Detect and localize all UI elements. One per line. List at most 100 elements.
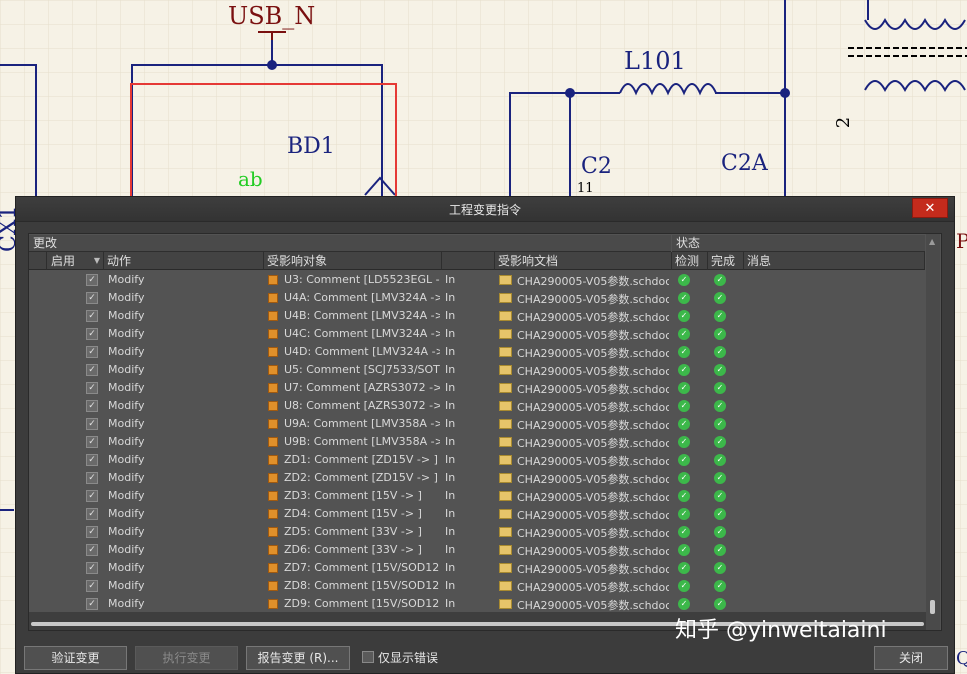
table-row[interactable]: ✓ Modify ZD8: Comment [15V/SOD123 -: In CHA2… bbox=[29, 577, 925, 595]
vertical-scrollbar[interactable]: ▲ bbox=[926, 234, 940, 630]
document-cell: CHA290005-V05参数.schdoc bbox=[517, 509, 669, 522]
checkbox-checked-icon[interactable]: ✓ bbox=[86, 598, 98, 610]
checkbox-checked-icon[interactable]: ✓ bbox=[86, 274, 98, 286]
in-cell: In bbox=[445, 489, 456, 502]
object-cell: ZD1: Comment [ZD15V -> ] bbox=[284, 453, 438, 466]
checkbox-checked-icon[interactable]: ✓ bbox=[86, 310, 98, 322]
checkbox-checked-icon[interactable]: ✓ bbox=[86, 508, 98, 520]
checkbox-checked-icon[interactable]: ✓ bbox=[86, 562, 98, 574]
action-cell: Modify bbox=[108, 399, 145, 412]
column-header-action[interactable]: 动作 bbox=[104, 252, 264, 270]
column-header-done[interactable]: 完成 bbox=[708, 252, 744, 270]
table-row[interactable]: ✓ Modify ZD4: Comment [15V -> ] In CHA290005… bbox=[29, 505, 925, 523]
checkbox-checked-icon[interactable]: ✓ bbox=[86, 382, 98, 394]
schematic-document-icon bbox=[499, 437, 512, 447]
execute-changes-button[interactable]: 执行变更 bbox=[135, 646, 238, 670]
component-icon bbox=[268, 347, 278, 357]
vertical-scroll-thumb[interactable] bbox=[930, 600, 935, 614]
object-cell: U4A: Comment [LMV324A -> ] bbox=[284, 291, 440, 304]
checkbox-checked-icon[interactable]: ✓ bbox=[86, 364, 98, 376]
table-row[interactable]: ✓ Modify ZD2: Comment [ZD15V -> ] In CHA2900… bbox=[29, 469, 925, 487]
checkbox-checked-icon[interactable]: ✓ bbox=[86, 490, 98, 502]
schematic-document-icon bbox=[499, 329, 512, 339]
document-cell: CHA290005-V05参数.schdoc bbox=[517, 527, 669, 540]
check-circle-icon: ✓ bbox=[678, 490, 690, 502]
in-cell: In bbox=[445, 525, 456, 538]
group-header-status: 状态 bbox=[672, 235, 925, 252]
check-circle-icon: ✓ bbox=[714, 400, 726, 412]
table-row[interactable]: ✓ Modify U4D: Comment [LMV324A -> ] In CHA29… bbox=[29, 343, 925, 361]
in-cell: In bbox=[445, 579, 456, 592]
schematic-document-icon bbox=[499, 599, 512, 609]
checkbox-checked-icon[interactable]: ✓ bbox=[86, 436, 98, 448]
sort-dropdown-icon[interactable]: ▼ bbox=[94, 252, 100, 269]
checkbox-checked-icon[interactable]: ✓ bbox=[86, 328, 98, 340]
check-circle-icon: ✓ bbox=[714, 544, 726, 556]
column-header-enable[interactable]: 启用 ▼ bbox=[47, 252, 104, 270]
table-row[interactable]: ✓ Modify U3: Comment [LD5523EGL -> ] In CHA2… bbox=[29, 271, 925, 289]
table-row[interactable]: ✓ Modify ZD7: Comment [15V/SOD123 -: In CHA2… bbox=[29, 559, 925, 577]
table-row[interactable]: ✓ Modify U9A: Comment [LMV358A -> ] In CHA29… bbox=[29, 415, 925, 433]
table-row[interactable]: ✓ Modify ZD1: Comment [ZD15V -> ] In CHA2900… bbox=[29, 451, 925, 469]
document-cell: CHA290005-V05参数.schdoc bbox=[517, 545, 669, 558]
close-icon[interactable]: ✕ bbox=[912, 198, 948, 218]
close-button[interactable]: 关闭 bbox=[874, 646, 948, 670]
check-circle-icon: ✓ bbox=[678, 472, 690, 484]
object-cell: ZD5: Comment [33V -> ] bbox=[284, 525, 422, 538]
checkbox-checked-icon[interactable]: ✓ bbox=[86, 544, 98, 556]
object-cell: ZD6: Comment [33V -> ] bbox=[284, 543, 422, 556]
schematic-document-icon bbox=[499, 473, 512, 483]
checkbox-checked-icon[interactable]: ✓ bbox=[86, 400, 98, 412]
check-circle-icon: ✓ bbox=[714, 328, 726, 340]
table-row[interactable]: ✓ Modify ZD9: Comment [15V/SOD123 -: In CHA2… bbox=[29, 595, 925, 611]
checkbox-checked-icon[interactable]: ✓ bbox=[86, 292, 98, 304]
checkbox-checked-icon[interactable]: ✓ bbox=[86, 526, 98, 538]
table-row[interactable]: ✓ Modify U8: Comment [AZRS3072 -> ] In CHA29… bbox=[29, 397, 925, 415]
table-row[interactable]: ✓ Modify U7: Comment [AZRS3072 -> ] In CHA29… bbox=[29, 379, 925, 397]
schematic-document-icon bbox=[499, 455, 512, 465]
table-row[interactable]: ✓ Modify U4B: Comment [LMV324A -> ] In CHA29… bbox=[29, 307, 925, 325]
checkbox-checked-icon[interactable]: ✓ bbox=[86, 580, 98, 592]
column-header-target[interactable]: 受影响对象 bbox=[264, 252, 442, 270]
component-icon bbox=[268, 329, 278, 339]
in-cell: In bbox=[445, 435, 456, 448]
dialog-titlebar[interactable]: 工程变更指令 ✕ bbox=[16, 197, 954, 222]
designator-l101: L101 bbox=[624, 47, 686, 75]
document-cell: CHA290005-V05参数.schdoc bbox=[517, 383, 669, 396]
table-row[interactable]: ✓ Modify ZD6: Comment [33V -> ] In CHA290005… bbox=[29, 541, 925, 559]
component-icon bbox=[268, 419, 278, 429]
checkbox-checked-icon[interactable]: ✓ bbox=[86, 454, 98, 466]
check-circle-icon: ✓ bbox=[714, 508, 726, 520]
component-icon bbox=[268, 455, 278, 465]
table-row[interactable]: ✓ Modify U5: Comment [SCJ7533/SOT89 In CHA29… bbox=[29, 361, 925, 379]
only-show-errors-checkbox[interactable] bbox=[362, 651, 374, 663]
table-row[interactable]: ✓ Modify ZD5: Comment [33V -> ] In CHA290005… bbox=[29, 523, 925, 541]
check-circle-icon: ✓ bbox=[678, 310, 690, 322]
in-cell: In bbox=[445, 399, 456, 412]
table-row[interactable]: ✓ Modify U4A: Comment [LMV324A -> ] In CHA29… bbox=[29, 289, 925, 307]
action-cell: Modify bbox=[108, 525, 145, 538]
column-header-doc[interactable]: 受影响文档 bbox=[495, 252, 672, 270]
check-circle-icon: ✓ bbox=[714, 526, 726, 538]
table-row[interactable]: ✓ Modify U9B: Comment [LMV358A -> ] In CHA29… bbox=[29, 433, 925, 451]
checkbox-checked-icon[interactable]: ✓ bbox=[86, 418, 98, 430]
component-icon bbox=[268, 509, 278, 519]
validate-changes-button[interactable]: 验证变更 bbox=[24, 646, 127, 670]
column-header-check[interactable]: 检测 bbox=[672, 252, 708, 270]
table-row[interactable]: ✓ Modify U4C: Comment [LMV324A -> ] In CHA29… bbox=[29, 325, 925, 343]
report-changes-button[interactable]: 报告变更 (R)... bbox=[246, 646, 350, 670]
checkbox-checked-icon[interactable]: ✓ bbox=[86, 472, 98, 484]
checkbox-checked-icon[interactable]: ✓ bbox=[86, 346, 98, 358]
table-row[interactable]: ✓ Modify ZD3: Comment [15V -> ] In CHA290005… bbox=[29, 487, 925, 505]
column-header-message[interactable]: 消息 bbox=[744, 252, 925, 270]
object-cell: U4D: Comment [LMV324A -> ] bbox=[284, 345, 440, 358]
scroll-up-icon[interactable]: ▲ bbox=[929, 237, 935, 246]
component-icon bbox=[268, 401, 278, 411]
only-show-errors-label: 仅显示错误 bbox=[378, 651, 439, 665]
action-cell: Modify bbox=[108, 561, 145, 574]
object-cell: ZD4: Comment [15V -> ] bbox=[284, 507, 422, 520]
schematic-document-icon bbox=[499, 311, 512, 321]
check-circle-icon: ✓ bbox=[714, 310, 726, 322]
check-circle-icon: ✓ bbox=[678, 364, 690, 376]
designator-bd1: BD1 bbox=[287, 134, 335, 159]
